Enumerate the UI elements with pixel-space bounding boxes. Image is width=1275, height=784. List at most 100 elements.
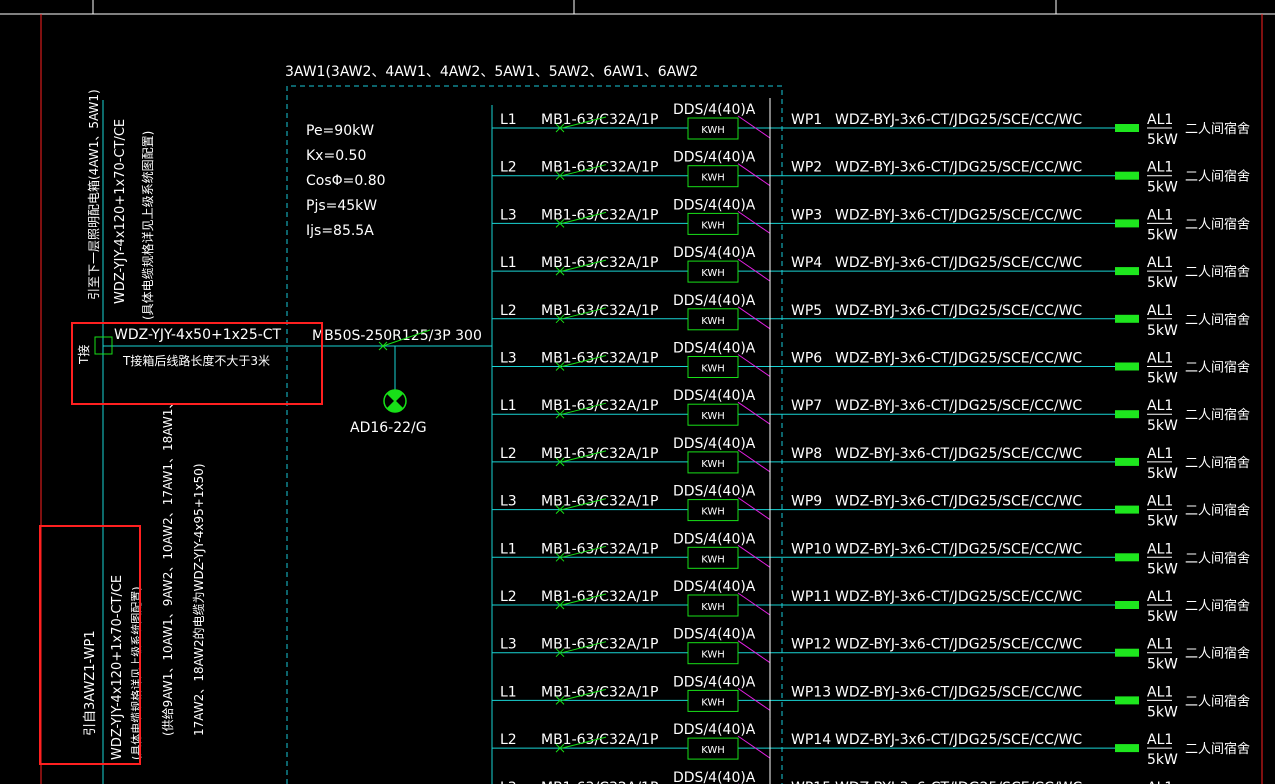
phase-label: L1 <box>500 255 517 271</box>
load-description: 二人间宿舍 <box>1185 407 1250 423</box>
branch-cable-label: WDZ-BYJ-3x6-CT/JDG25/SCE/CC/WC <box>835 160 1082 176</box>
meter-box-label: KWH <box>701 125 725 136</box>
phase-label: L2 <box>500 446 517 462</box>
branch-breaker-label: MB1-63/C32A/1P <box>541 494 658 510</box>
param-kx: Kx=0.50 <box>306 148 366 164</box>
param-pjs: Pjs=45kW <box>306 198 377 214</box>
param-cos: CosΦ=0.80 <box>306 173 386 189</box>
phase-label: L3 <box>500 494 517 510</box>
load-description: 二人间宿舍 <box>1185 264 1250 280</box>
branch-breaker-label: MB1-63/C32A/1P <box>541 589 658 605</box>
circuit-id: WP6 <box>791 351 822 367</box>
branch-cable-label: WDZ-BYJ-3x6-CT/JDG25/SCE/CC/WC <box>835 780 1082 784</box>
branch-breaker-label: MB1-63/C32A/1P <box>541 732 658 748</box>
load-description: 二人间宿舍 <box>1185 360 1250 376</box>
load-hatch <box>1115 124 1139 132</box>
meter-label: DDS/4(40)A <box>673 293 756 309</box>
branch-cable-label: WDZ-BYJ-3x6-CT/JDG25/SCE/CC/WC <box>835 303 1082 319</box>
load-hatch <box>1115 362 1139 371</box>
load-name: AL1 <box>1147 303 1173 319</box>
load-hatch <box>1115 410 1139 419</box>
meter-label: DDS/4(40)A <box>673 388 756 404</box>
branch-breaker-label: MB1-63/C32A/1P <box>541 398 658 414</box>
vertical-label-top-inner: (具体电缆规格详见上级系统图配置) <box>140 131 155 320</box>
phase-label: L3 <box>500 351 517 367</box>
branch-breaker-label: MB1-63/C32A/1P <box>541 207 658 223</box>
meter-label: DDS/4(40)A <box>673 245 756 261</box>
meter-box-label: KWH <box>701 602 725 613</box>
circuit-id: WP3 <box>791 207 822 223</box>
meter-label: DDS/4(40)A <box>673 150 756 166</box>
load-power: 5kW <box>1147 514 1178 530</box>
load-description: 二人间宿舍 <box>1185 693 1250 709</box>
phase-label: L3 <box>500 207 517 223</box>
phase-label: L2 <box>500 589 517 605</box>
load-name: AL1 <box>1147 684 1173 700</box>
phase-label: L2 <box>500 732 517 748</box>
meter-label: DDS/4(40)A <box>673 102 756 118</box>
meter-box-label: KWH <box>701 268 725 279</box>
load-description: 二人间宿舍 <box>1185 169 1250 185</box>
branch-breaker-label: MB1-63/C32A/1P <box>541 351 658 367</box>
load-description: 二人间宿舍 <box>1185 646 1250 662</box>
branch-breaker-label: MB1-63/C32A/1P <box>541 684 658 700</box>
phase-label: L1 <box>500 684 517 700</box>
branch-cable-label: WDZ-BYJ-3x6-CT/JDG25/SCE/CC/WC <box>835 112 1082 128</box>
electrical-schematic: 3AW1(3AW2、4AW1、4AW2、5AW1、5AW2、6AW1、6AW2 … <box>0 0 1275 784</box>
load-hatch <box>1115 171 1139 180</box>
meter-box-label: KWH <box>701 316 725 327</box>
circuit-id: WP14 <box>791 732 831 748</box>
phase-label: L1 <box>500 398 517 414</box>
circuit-id: WP5 <box>791 303 822 319</box>
circuit-id: WP1 <box>791 112 822 128</box>
branch-cable-label: WDZ-BYJ-3x6-CT/JDG25/SCE/CC/WC <box>835 732 1082 748</box>
phase-label: L3 <box>500 780 517 784</box>
circuit-id: WP10 <box>791 541 831 557</box>
load-hatch <box>1115 648 1139 657</box>
load-power: 5kW <box>1147 275 1178 291</box>
load-power: 5kW <box>1147 371 1178 387</box>
load-hatch <box>1115 505 1139 514</box>
circuit-id: WP11 <box>791 589 831 605</box>
load-description: 二人间宿舍 <box>1185 455 1250 471</box>
load-power: 5kW <box>1147 704 1178 720</box>
meter-box-label: KWH <box>701 459 725 470</box>
load-description: 二人间宿舍 <box>1185 741 1250 757</box>
branch-breaker-label: MB1-63/C32A/1P <box>541 160 658 176</box>
meter-box-label: KWH <box>701 697 725 708</box>
load-power: 5kW <box>1147 132 1178 148</box>
meter-label: DDS/4(40)A <box>673 341 756 357</box>
load-hatch <box>1115 696 1139 705</box>
phase-label: L1 <box>500 541 517 557</box>
branch-cable-label: WDZ-BYJ-3x6-CT/JDG25/SCE/CC/WC <box>835 589 1082 605</box>
meter-box-label: KWH <box>701 173 725 184</box>
meter-label: DDS/4(40)A <box>673 579 756 595</box>
branch-cable-label: WDZ-BYJ-3x6-CT/JDG25/SCE/CC/WC <box>835 684 1082 700</box>
load-name: AL1 <box>1147 255 1173 271</box>
t-junction-label: T接 <box>76 345 91 365</box>
load-power: 5kW <box>1147 180 1178 196</box>
meter-label: DDS/4(40)A <box>673 484 756 500</box>
meter-label: DDS/4(40)A <box>673 722 756 738</box>
meter-label: DDS/4(40)A <box>673 531 756 547</box>
circuit-id: WP9 <box>791 494 822 510</box>
load-power: 5kW <box>1147 657 1178 673</box>
branch-breaker-label: MB1-63/C32A/1P <box>541 112 658 128</box>
load-hatch <box>1115 219 1139 228</box>
vertical-label-bottom-middle: WDZ-YJY-4x120+1x70-CT/CE <box>110 575 125 760</box>
load-power: 5kW <box>1147 418 1178 434</box>
load-hatch <box>1115 744 1139 753</box>
load-hatch <box>1115 314 1139 323</box>
branch-cable-label: WDZ-BYJ-3x6-CT/JDG25/SCE/CC/WC <box>835 637 1082 653</box>
branch-cable-label: WDZ-BYJ-3x6-CT/JDG25/SCE/CC/WC <box>835 446 1082 462</box>
load-name: AL1 <box>1147 207 1173 223</box>
load-name: AL1 <box>1147 589 1173 605</box>
load-name: AL1 <box>1147 398 1173 414</box>
vertical-label-bottom-note1: (供给9AW1、10AW1、9AW2、10AW2、17AW1、18AW1、 <box>161 397 175 736</box>
load-name: AL1 <box>1147 541 1173 557</box>
meter-box-label: KWH <box>701 554 725 565</box>
circuit-id: WP13 <box>791 684 831 700</box>
load-power: 5kW <box>1147 323 1178 339</box>
load-name: AL1 <box>1147 351 1173 367</box>
branch-breaker-label: MB1-63/C32A/1P <box>541 780 658 784</box>
